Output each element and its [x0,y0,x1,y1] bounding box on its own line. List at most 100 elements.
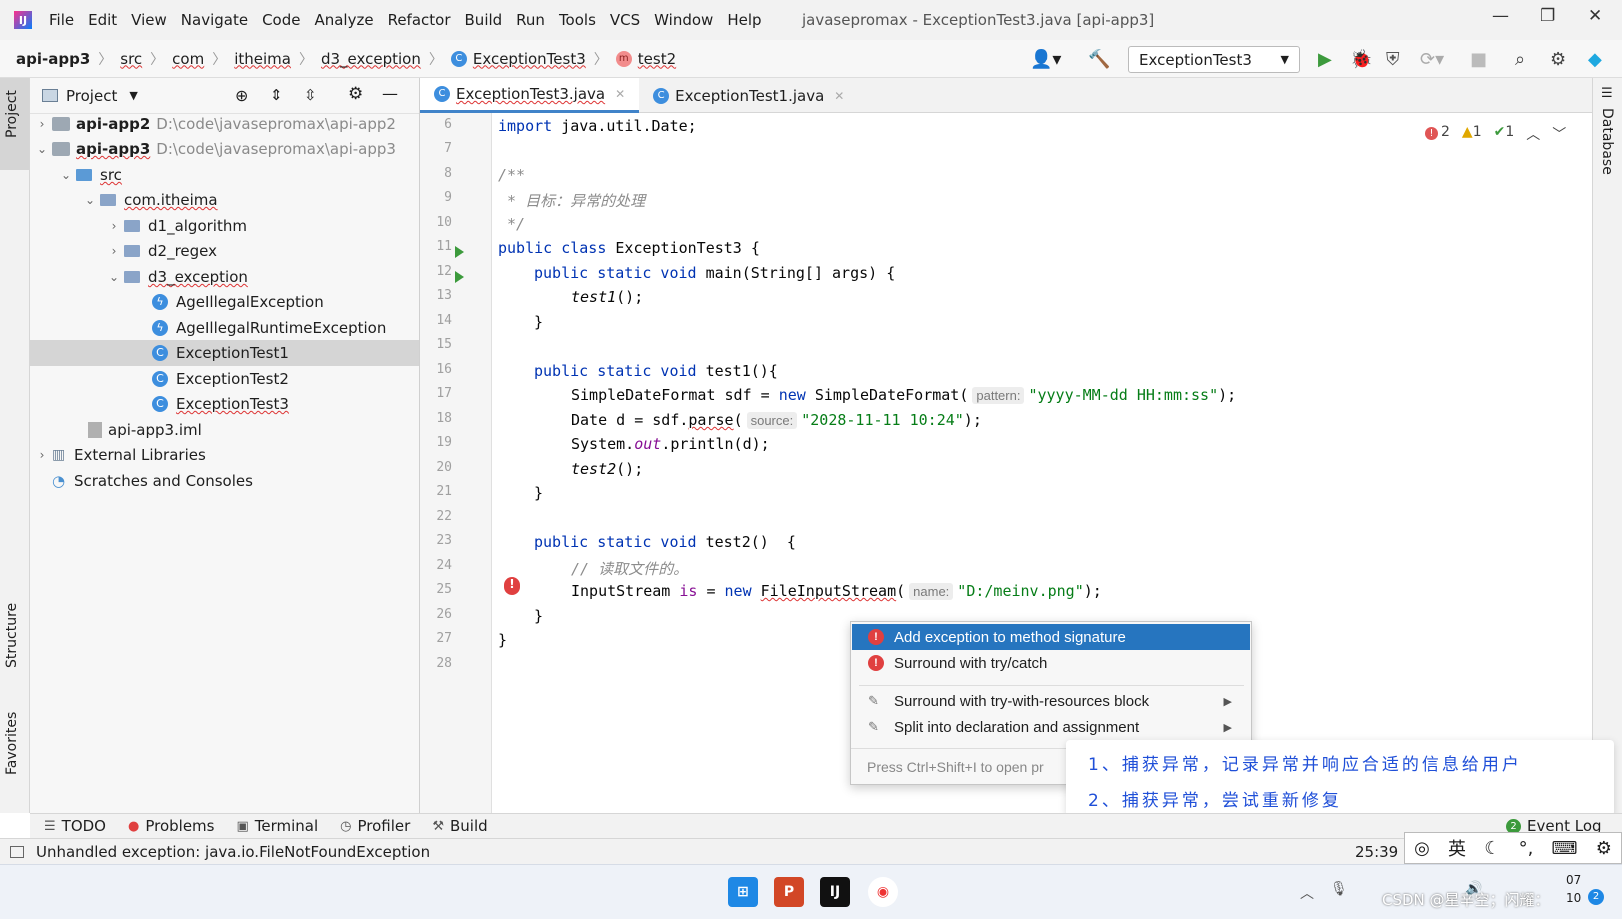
tree-item-api-app2[interactable]: › api-app2 D:\code\javasepromax\api-app2 [30,111,419,137]
weak-warning-count[interactable]: ✔1 [1494,124,1515,144]
notification-badge[interactable]: 2 [1588,889,1604,905]
warning-count[interactable]: ▲1 [1462,124,1482,144]
tree-item-api-app3[interactable]: ⌄ api-app3 D:\code\javasepromax\api-app3 [30,136,419,162]
tree-item-exceptiontest2[interactable]: C ExceptionTest2 [30,366,419,392]
run-class-gutter-icon[interactable] [455,246,464,258]
expand-all-icon[interactable]: ⇕ [270,86,283,104]
todo-tool-tab[interactable]: ☰ TODO [44,817,106,835]
windows-start-icon[interactable]: ⊞ [728,877,758,907]
close-tab-icon[interactable]: ✕ [615,87,625,101]
build-tool-tab[interactable]: ⚒ Build [432,817,487,835]
project-panel-title[interactable]: Project [66,87,117,105]
chevron-right-icon[interactable]: › [32,448,52,462]
close-window-icon[interactable]: ✕ [1588,6,1602,26]
chevron-down-icon[interactable]: ⌄ [104,270,124,284]
coverage-icon[interactable]: ⛨ [1386,49,1400,70]
breadcrumb-d3-exception[interactable]: d3_exception [321,50,421,68]
jetbrains-toolbox-icon[interactable]: ◆ [1588,49,1602,70]
tree-item-src[interactable]: ⌄ src [30,162,419,188]
error-bulb-icon[interactable]: ! [504,577,520,595]
database-tool-tab[interactable]: Database [1599,108,1615,175]
debug-icon[interactable]: 🐞 [1350,49,1372,70]
chevron-right-icon[interactable]: › [104,244,124,258]
settings-gear-icon[interactable]: ⚙ [1550,49,1566,70]
collapse-all-icon[interactable]: ⇳ [304,86,317,104]
chevron-down-icon[interactable]: ⌄ [32,142,52,156]
tab-exceptiontest1[interactable]: C ExceptionTest1.java ✕ [639,78,858,113]
tree-item-external-libraries[interactable]: › ▥ External Libraries [30,442,419,468]
popup-item-surround-try-catch[interactable]: ! Surround with try/catch [852,650,1250,676]
clock-time[interactable]: 07 [1566,873,1581,887]
next-highlight-icon[interactable]: ﹀ [1552,124,1566,144]
tree-item-d2-regex[interactable]: › d2_regex [30,238,419,264]
punctuation-icon[interactable]: °, [1519,838,1534,859]
problems-tool-tab[interactable]: ● Problems [128,817,214,835]
caret-position[interactable]: 25:39 [1355,843,1398,861]
breadcrumb-class[interactable]: ExceptionTest3 [473,50,586,68]
breadcrumb-com[interactable]: com [172,50,204,68]
dropdown-arrow-icon[interactable]: ▼ [129,89,137,102]
chevron-right-icon[interactable]: › [104,219,124,233]
chevron-right-icon[interactable]: › [32,117,52,131]
menu-vcs[interactable]: VCS [603,11,647,29]
tree-item-iml[interactable]: api-app3.iml [30,417,419,443]
menu-navigate[interactable]: Navigate [174,11,255,29]
ime-logo-icon[interactable]: ◎ [1414,838,1430,859]
menu-help[interactable]: Help [720,11,768,29]
menu-tools[interactable]: Tools [552,11,603,29]
popup-item-add-exception[interactable]: ! Add exception to method signature [852,624,1250,650]
menu-run[interactable]: Run [509,11,552,29]
menu-window[interactable]: Window [647,11,720,29]
menu-build[interactable]: Build [458,11,510,29]
close-tab-icon[interactable]: ✕ [834,89,844,103]
moon-icon[interactable]: ☾ [1484,838,1500,859]
locate-file-icon[interactable]: ⊕ [235,86,248,105]
menu-file[interactable]: File [42,11,81,29]
tool-window-toggle-icon[interactable] [10,845,24,858]
run-configuration-select[interactable]: ExceptionTest3 ▼ [1128,46,1300,73]
tab-exceptiontest3[interactable]: C ExceptionTest3.java ✕ [420,78,640,113]
previous-highlight-icon[interactable]: ︿ [1526,124,1540,144]
breadcrumb-root[interactable]: api-app3 [16,50,90,68]
ime-settings-gear-icon[interactable]: ⚙ [1596,838,1612,859]
tree-item-exceptiontest3[interactable]: C ExceptionTest3 [30,391,419,417]
popup-item-try-with-resources[interactable]: ✎ Surround with try-with-resources block ▶ [852,688,1250,714]
microphone-icon[interactable]: 🎙 [1330,881,1348,897]
stop-icon[interactable]: ■ [1470,49,1487,70]
tree-item-ageillegalexception[interactable]: ϟ AgeIllegalException [30,289,419,315]
menu-code[interactable]: Code [255,11,307,29]
user-icon[interactable]: 👤▾ [1030,49,1061,70]
inspection-widget[interactable]: ! 2 ▲1 ✔1 ︿ ﹀ [1425,124,1566,144]
terminal-tool-tab[interactable]: ▣ Terminal [236,817,318,835]
favorites-tool-tab[interactable]: Favorites [4,712,20,775]
tray-chevron-up-icon[interactable]: ︿ [1300,883,1314,903]
breadcrumb-method[interactable]: test2 [638,50,676,68]
structure-tool-tab[interactable]: Structure [4,603,20,668]
build-hammer-icon[interactable]: 🔨 [1088,49,1110,70]
run-main-gutter-icon[interactable] [455,271,464,283]
menu-view[interactable]: View [124,11,174,29]
error-count[interactable]: ! 2 [1425,124,1450,144]
intellij-taskbar-icon[interactable]: IJ [820,877,850,907]
keyboard-icon[interactable]: ⌨ [1552,838,1578,859]
minimize-icon[interactable]: — [1492,6,1509,26]
panel-settings-gear-icon[interactable]: ⚙ [348,84,363,104]
chrome-icon[interactable]: ◉ [868,877,898,907]
tree-item-d3-exception[interactable]: ⌄ d3_exception [30,264,419,290]
chevron-down-icon[interactable]: ⌄ [56,168,76,182]
powerpoint-icon[interactable]: P [774,877,804,907]
hide-panel-icon[interactable]: — [382,84,398,103]
menu-edit[interactable]: Edit [81,11,124,29]
project-tool-tab[interactable]: Project [4,90,20,138]
menu-analyze[interactable]: Analyze [307,11,380,29]
ime-language-toggle[interactable]: 英 [1448,835,1466,861]
profile-icon[interactable]: ⟳▾ [1420,49,1444,70]
run-icon[interactable]: ▶ [1318,49,1332,70]
search-icon[interactable]: ⌕ [1515,49,1525,70]
chevron-down-icon[interactable]: ⌄ [80,193,100,207]
tree-item-exceptiontest1[interactable]: C ExceptionTest1 [30,340,419,366]
menu-refactor[interactable]: Refactor [381,11,458,29]
tree-item-scratches[interactable]: ◔ Scratches and Consoles [30,468,419,494]
tree-item-ageillegalruntimeexception[interactable]: ϟ AgeIllegalRuntimeException [30,315,419,341]
maximize-icon[interactable]: ❐ [1540,6,1555,26]
